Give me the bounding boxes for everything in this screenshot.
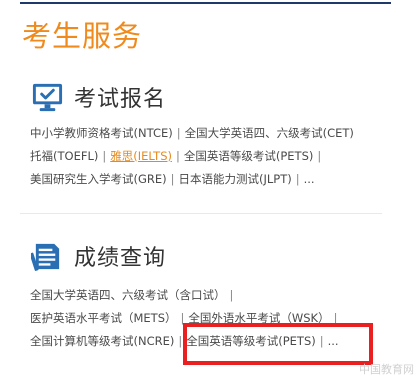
link-mets[interactable]: 医护英语水平考试（METS） [30, 311, 177, 325]
more-link[interactable]: ... [304, 172, 315, 186]
separator: | [102, 149, 107, 163]
link-ielts[interactable]: 雅思(IELTS) [110, 149, 172, 163]
page-title: 考生服务 [22, 19, 143, 53]
link-ncre[interactable]: 全国计算机等级考试(NCRE) [30, 334, 174, 348]
registration-row-3: 美国研究生入学考试(GRE) | 日本语能力测试(JLPT) |... [30, 168, 370, 191]
section-divider [20, 213, 382, 214]
separator: | [317, 149, 322, 163]
separator: | [178, 334, 183, 348]
link-cet[interactable]: 全国大学英语四、六级考试(CET) [185, 126, 354, 140]
registration-row-1: 中小学教师资格考试(NTCE) | 全国大学英语四、六级考试(CET) [30, 122, 370, 145]
registration-links: 中小学教师资格考试(NTCE) | 全国大学英语四、六级考试(CET) 托福(TOE… [30, 122, 370, 191]
link-toefl[interactable]: 托福(TOEFL) [30, 149, 98, 163]
separator: | [170, 172, 175, 186]
separator: | [176, 149, 180, 163]
section-scores-title: 成绩查询 [74, 246, 167, 271]
link-pets[interactable]: 全国英语等级考试(PETS) [184, 149, 314, 163]
highlight-box [183, 323, 373, 365]
separator: | [295, 172, 300, 186]
section-registration-header: 考试报名 [31, 78, 166, 116]
monitor-check-icon [31, 81, 64, 114]
link-jlpt[interactable]: 日本语能力测试(JLPT) [179, 172, 292, 186]
top-rule [20, 2, 391, 4]
section-scores-header: 成绩查询 [31, 237, 166, 275]
link-ntce[interactable]: 中小学教师资格考试(NTCE) [30, 126, 173, 140]
section-registration-title: 考试报名 [74, 87, 167, 112]
document-search-icon [31, 240, 64, 273]
separator: | [229, 288, 234, 302]
separator: | [176, 126, 181, 140]
watermark: 中国教育网 [359, 363, 414, 376]
link-cet-scores[interactable]: 全国大学英语四、六级考试（含口试） [30, 288, 226, 302]
link-gre[interactable]: 美国研究生入学考试(GRE) [30, 172, 167, 186]
scores-row-1: 全国大学英语四、六级考试（含口试） | [30, 284, 370, 307]
registration-row-2: 托福(TOEFL) | 雅思(IELTS) | 全国英语等级考试(PETS) | [30, 145, 370, 168]
